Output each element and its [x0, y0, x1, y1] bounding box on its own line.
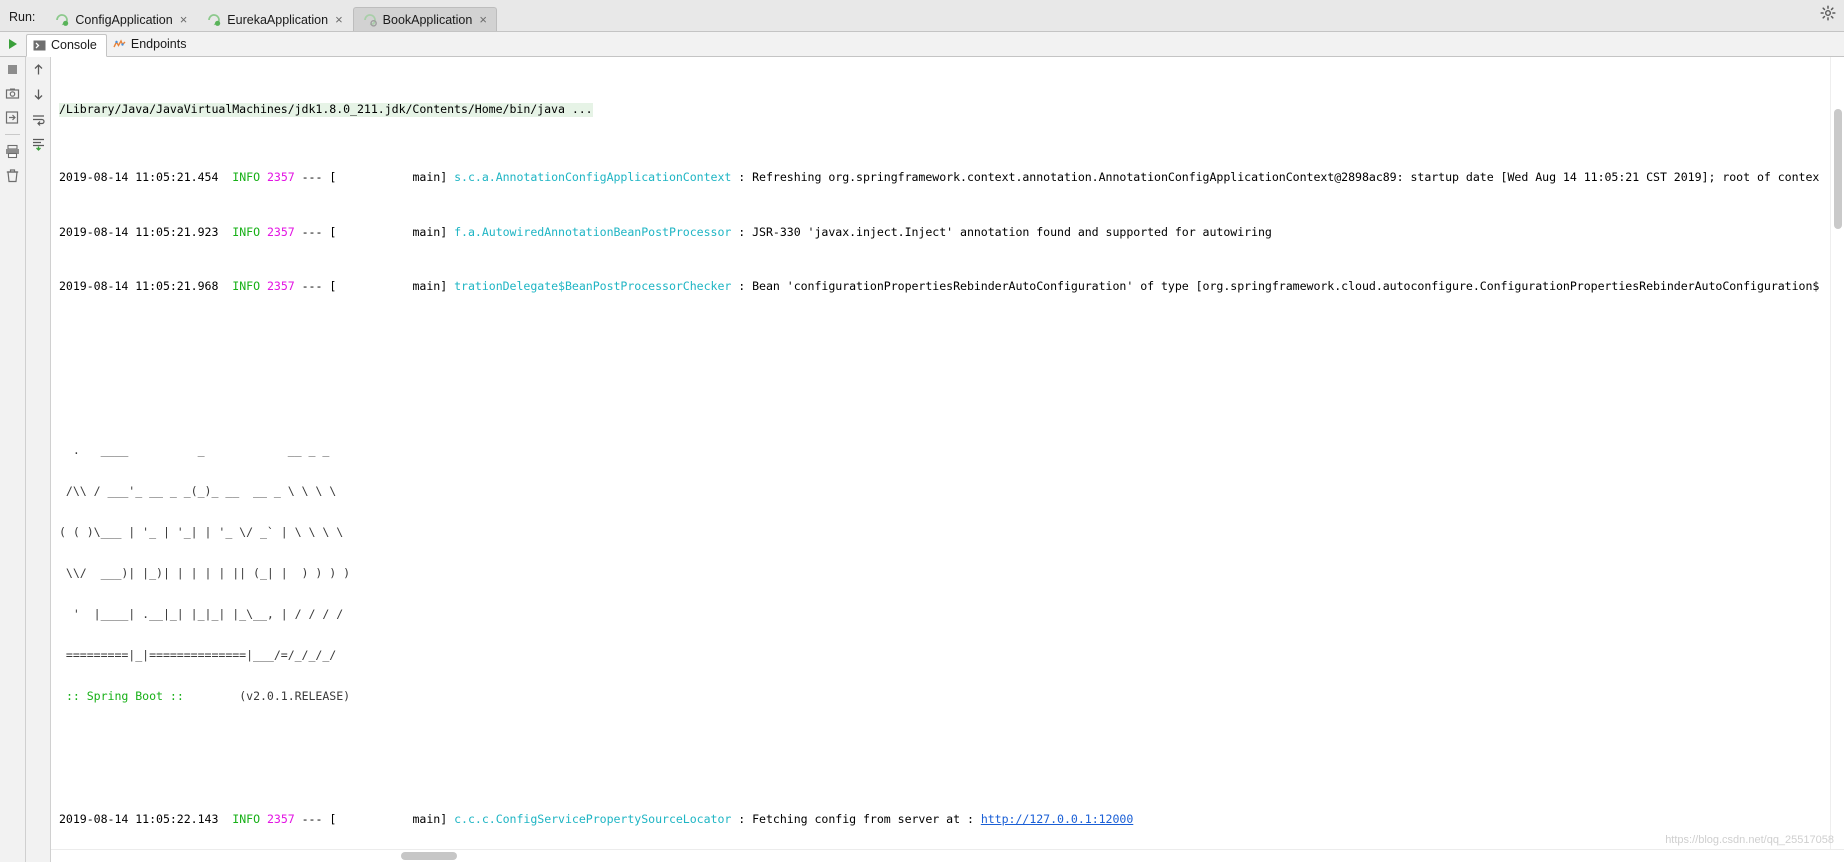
- vertical-scrollbar-thumb[interactable]: [1834, 109, 1842, 229]
- run-tab-book-application[interactable]: BookApplication ×: [352, 7, 497, 31]
- spring-boot-run-icon: [363, 13, 377, 27]
- spring-banner-line: =========|_|==============|___/=/_/_/_/: [59, 648, 337, 663]
- log-command-line: /Library/Java/JavaVirtualMachines/jdk1.8…: [59, 101, 1844, 117]
- toolbar-divider: [5, 134, 20, 135]
- close-icon[interactable]: ×: [478, 13, 488, 26]
- run-tab-bar: Run: ConfigApplication × EurekaApplicati…: [0, 0, 1844, 32]
- log-message: Bean 'configurationPropertiesRebinderAut…: [752, 279, 1820, 294]
- print-icon[interactable]: [5, 144, 20, 159]
- log-logger: f.a.AutowiredAnnotationBeanPostProcessor: [454, 224, 732, 239]
- tab-endpoints[interactable]: Endpoints: [107, 33, 196, 56]
- log-timestamp: 2019-08-14 11:05:22.143: [59, 811, 219, 826]
- trash-icon[interactable]: [5, 168, 20, 183]
- java-command: /Library/Java/JavaVirtualMachines/jdk1.8…: [59, 101, 593, 117]
- log-line: 2019-08-14 11:05:21.923 INFO 2357 --- [ …: [59, 224, 1272, 239]
- spring-boot-run-icon: [55, 13, 69, 27]
- log-level: INFO: [232, 279, 261, 294]
- scroll-to-end-icon[interactable]: [31, 137, 46, 152]
- spring-banner-line: . ____ _ __ _ _: [59, 443, 330, 458]
- log-thread: main: [412, 170, 441, 185]
- log-level: INFO: [232, 170, 261, 185]
- log-pid: 2357: [266, 170, 295, 185]
- log-pid: 2357: [266, 811, 295, 826]
- gear-icon[interactable]: [1820, 5, 1836, 21]
- console-tab-bar: Console Endpoints: [0, 32, 1844, 57]
- run-tab-label: ConfigApplication: [75, 12, 173, 27]
- log-pid: 2357: [266, 224, 295, 239]
- run-toolbar-nav: [26, 57, 51, 862]
- log-line: 2019-08-14 11:05:22.143 INFO 2357 --- [ …: [59, 811, 1134, 826]
- watermark: https://blog.csdn.net/qq_25517058: [1665, 834, 1834, 846]
- log-thread: main: [412, 279, 441, 294]
- tab-console-label: Console: [51, 38, 97, 52]
- log-line: 2019-08-14 11:05:21.968 INFO 2357 --- [ …: [59, 279, 1820, 294]
- console-body: /Library/Java/JavaVirtualMachines/jdk1.8…: [0, 57, 1844, 862]
- endpoints-icon: [113, 38, 126, 51]
- spring-banner-line: ( ( )\___ | '_ | '_| | '_ \/ _` | \ \ \ …: [59, 525, 344, 540]
- run-label: Run:: [9, 10, 36, 24]
- horizontal-scrollbar[interactable]: [51, 849, 1844, 862]
- tab-console[interactable]: Console: [26, 33, 107, 57]
- log-level: INFO: [232, 811, 261, 826]
- close-icon[interactable]: ×: [179, 13, 189, 26]
- run-toolbar-left: [0, 57, 26, 862]
- export-icon[interactable]: [5, 110, 20, 125]
- run-tab-config-application[interactable]: ConfigApplication ×: [45, 7, 197, 31]
- spring-boot-version: (v2.0.1.RELEASE): [239, 689, 351, 703]
- vertical-scrollbar[interactable]: [1830, 57, 1844, 862]
- spring-banner-version-line: :: Spring Boot :: (v2.0.1.RELEASE): [59, 689, 1844, 704]
- log-logger: trationDelegate$BeanPostProcessorChecker: [454, 279, 732, 294]
- run-tab-label: EurekaApplication: [227, 12, 329, 27]
- horizontal-scrollbar-thumb[interactable]: [401, 852, 457, 860]
- run-tab-eureka-application[interactable]: EurekaApplication ×: [197, 7, 352, 31]
- log-logger: c.c.c.ConfigServicePropertySourceLocator: [454, 811, 732, 826]
- spring-banner-line: /\\ / ___'_ __ _ _(_)_ __ __ _ \ \ \ \: [59, 484, 337, 499]
- log-logger: s.c.a.AnnotationConfigApplicationContext: [454, 170, 732, 185]
- log-level: INFO: [232, 224, 261, 239]
- up-arrow-icon[interactable]: [31, 62, 46, 77]
- spring-boot-label: :: Spring Boot ::: [65, 689, 184, 703]
- log-timestamp: 2019-08-14 11:05:21.454: [59, 170, 219, 185]
- log-timestamp: 2019-08-14 11:05:21.923: [59, 224, 219, 239]
- console-icon: [33, 39, 46, 52]
- config-server-link[interactable]: http://127.0.0.1:12000: [981, 812, 1134, 826]
- tab-endpoints-label: Endpoints: [130, 37, 187, 51]
- console-output[interactable]: /Library/Java/JavaVirtualMachines/jdk1.8…: [51, 57, 1844, 862]
- spring-banner-line: \\/ ___)| |_)| | | | | || (_| | ) ) ) ): [59, 566, 351, 581]
- stop-icon[interactable]: [5, 62, 20, 77]
- camera-icon[interactable]: [5, 86, 20, 101]
- log-timestamp: 2019-08-14 11:05:21.968: [59, 279, 219, 294]
- console-log-text: /Library/Java/JavaVirtualMachines/jdk1.8…: [51, 57, 1844, 862]
- log-message: JSR-330 'javax.inject.Inject' annotation…: [752, 224, 1272, 239]
- log-pid: 2357: [266, 279, 295, 294]
- down-arrow-icon[interactable]: [31, 87, 46, 102]
- run-tab-label: BookApplication: [382, 12, 473, 27]
- intellij-run-window: Run: ConfigApplication × EurekaApplicati…: [0, 0, 1844, 862]
- spring-banner-line: ' |____| .__|_| |_|_| |_\__, | / / / /: [59, 607, 344, 622]
- log-message: Fetching config from server at :: [752, 811, 981, 826]
- soft-wrap-icon[interactable]: [31, 112, 46, 127]
- log-thread: main: [412, 811, 441, 826]
- spring-boot-run-icon: [207, 13, 221, 27]
- close-icon[interactable]: ×: [334, 13, 344, 26]
- log-message: Refreshing org.springframework.context.a…: [752, 170, 1820, 185]
- rerun-button[interactable]: [0, 38, 26, 50]
- log-thread: main: [412, 224, 441, 239]
- log-line: 2019-08-14 11:05:21.454 INFO 2357 --- [ …: [59, 170, 1820, 185]
